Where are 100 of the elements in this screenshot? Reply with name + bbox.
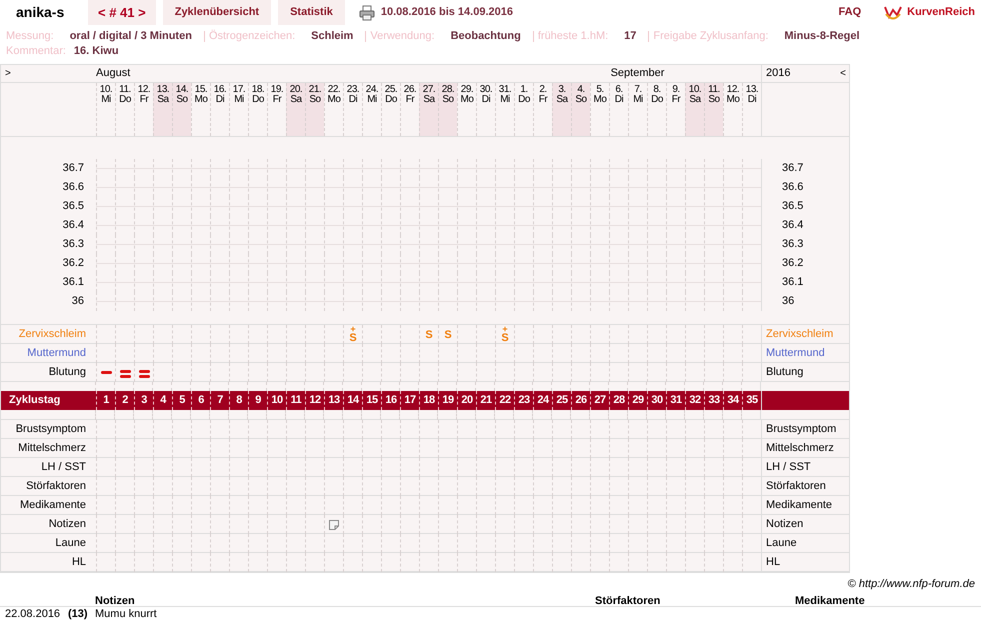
cycle-day-number: 33 [708,393,720,408]
cycle-day-number: 18 [423,393,435,408]
date-header: 17. Mi [229,83,248,136]
row-label: Störfaktoren [766,478,826,494]
cycle-day-number: 20 [461,393,473,408]
info-label: Verwendung: [370,29,435,44]
date-header: 7. Mi [628,83,647,136]
copyright: © http://www.nfp-forum.de [848,577,975,592]
temperature-label: 36.7 [782,161,804,176]
date-header: 15. Mo [191,83,210,136]
nav-tab[interactable]: Zyklenübersicht [162,0,272,25]
printer-icon[interactable] [358,4,375,20]
cycle-day-number: 7 [217,393,223,408]
date-header: 11. Do [115,83,134,136]
cycle-day-number: 4 [160,393,166,408]
row-label: Laune [55,536,86,551]
mucus-symbol: + S [349,326,357,343]
row-label: Störfaktoren [26,478,86,494]
row-label: Mittelschmerz [18,440,86,456]
info-value: 17 [624,29,636,44]
cycle-day-number: 27 [594,393,606,408]
cycle-day-number: 22 [499,393,511,408]
mucus-symbol: + S [501,326,509,343]
temperature-label: 36.1 [782,275,804,290]
cycle-day-label: Zyklustag [9,393,60,408]
table-cell-text: Mumu knurrt [95,606,157,622]
cycle-day-number: 2 [122,393,128,408]
row-label: Brustsymptom [766,422,836,437]
row-label: Muttermund [766,346,825,361]
info-label: Freigabe Zyklusanfang: [653,29,768,44]
date-header: 28. So [438,83,457,136]
date-header: 11. So [704,83,723,136]
mucus-symbol: S [425,330,433,340]
date-header: 27. Sa [419,83,438,136]
cycle-day-number: 25 [556,393,568,408]
cycle-day-number: 1 [103,393,109,408]
date-header: 30. Di [476,83,495,136]
temperature-label: 36.2 [782,256,804,272]
date-header: 10. Mi [96,83,115,136]
cycle-day-number: 16 [385,393,397,408]
row-label: Zervixschleim [18,326,86,342]
row-label: LH / SST [41,460,86,475]
row-label: Medikamente [20,498,86,513]
month-label: August [96,66,130,82]
date-header: 1. Do [514,83,533,136]
cycle-day-number: 35 [746,393,758,408]
row-label: Brustsymptom [16,422,86,437]
table-cell-text: 22.08.2016 [5,606,62,622]
cycle-day-number: 28 [613,393,625,408]
info-label: Östrogenzeichen: [208,29,296,44]
temperature-label: 36 [72,294,84,310]
date-header: 4. So [571,83,590,136]
info-value: oral / digital / 3 Minuten [70,29,192,44]
date-header: 16. Di [210,83,229,136]
cycle-day-number: 8 [236,393,242,408]
cycle-day-number: 13 [328,393,340,408]
nav-tab[interactable]: Statistik [278,0,345,25]
column-header: Notizen [95,594,136,606]
temperature-label: 36 [782,294,794,310]
cycle-day-number: 29 [632,393,644,408]
temperature-label: 36.2 [62,256,84,272]
row-label: Mittelschmerz [766,440,834,456]
date-header: 18. Do [248,83,267,136]
cycle-day-number: 14 [347,393,359,408]
date-header: 13. Sa [153,83,172,136]
table-cell-text: (13) [68,606,89,622]
temperature-label: 36.7 [62,161,84,176]
cycle-nav[interactable]: < # 41 > [88,0,156,25]
temperature-label: 36.1 [62,275,84,290]
column-header: Medikamente [795,594,865,606]
info-value: Schleim [311,29,354,44]
date-header: 24. Mi [362,83,381,136]
cycle-day-number: 12 [309,393,321,408]
info-value: 16. Kiwu [74,44,119,59]
month-label: September [610,66,664,82]
cycle-day-number: 17 [404,393,416,408]
row-label: Notizen [766,516,804,532]
info-value: Minus-8-Regel [784,29,860,44]
temperature-label: 36.3 [62,237,84,252]
cycle-day-number: 3 [141,393,147,408]
date-header: 13. Di [742,83,761,136]
cycle-day-number: 31 [670,393,682,408]
note-icon[interactable] [329,520,339,530]
temperature-label: 36.6 [62,180,84,196]
year-label: 2016 [766,66,790,82]
cycle-day-number: 9 [255,393,261,408]
faq-link[interactable]: FAQ [838,4,862,21]
user-name: anika-s [15,3,66,22]
date-header: 23. Di [343,83,362,136]
cycle-day-number: 5 [179,393,185,408]
date-header: 8. Do [647,83,666,136]
cycle-day-number: 23 [518,393,530,408]
row-label: HL [766,554,780,570]
cycle-day-number: 21 [480,393,492,408]
date-header: 5. Mo [590,83,609,136]
date-header: 14. So [172,83,191,136]
temperature-label: 36.5 [782,199,804,214]
cycle-day-number: 26 [575,393,587,408]
row-label: Blutung [48,364,86,380]
date-header: 6. Di [609,83,628,136]
